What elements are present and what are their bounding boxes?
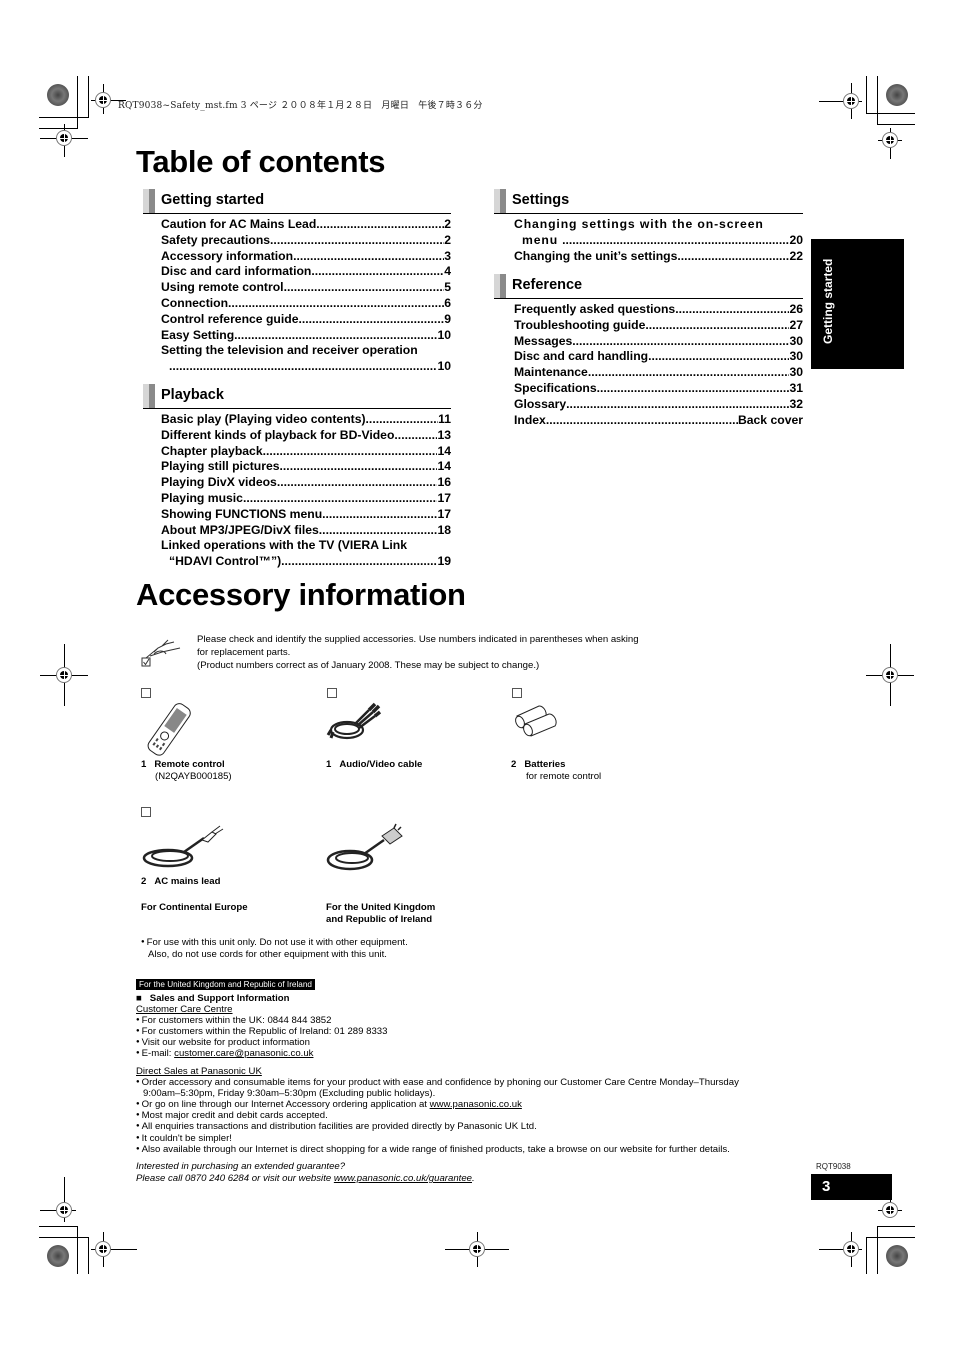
- toc-item[interactable]: Setting the television and receiver oper…: [161, 343, 451, 375]
- toc-item[interactable]: Showing FUNCTIONS menu17: [161, 507, 451, 523]
- direct-item: It couldn't be simpler!: [136, 1133, 232, 1144]
- toc-item[interactable]: Messages30: [514, 334, 803, 350]
- section-heading: Playback: [143, 384, 451, 409]
- checkbox-remote[interactable]: [141, 688, 151, 698]
- region-badge: For the United Kingdom and Republic of I…: [136, 979, 315, 990]
- checkbox-av-cable[interactable]: [327, 688, 337, 698]
- accessory-item-batteries: 2 Batteries for remote control: [511, 759, 602, 782]
- checkbox-batteries[interactable]: [512, 688, 522, 698]
- toc-item[interactable]: Caution for AC Mains Lead2: [161, 217, 451, 233]
- toc-item[interactable]: Playing DivX videos16: [161, 475, 451, 491]
- care-item: For customers within the Republic of Ire…: [136, 1026, 388, 1037]
- toc-item[interactable]: Specifications31: [514, 381, 803, 397]
- hand-checkmark-icon: [141, 639, 181, 667]
- registration-ball-icon: [47, 1245, 69, 1267]
- section-heading: Settings: [494, 189, 803, 214]
- checkbox-ac-lead[interactable]: [141, 807, 151, 817]
- toc-item[interactable]: Control reference guide9: [161, 312, 451, 328]
- toc-item[interactable]: Playing music17: [161, 491, 451, 507]
- square-bullet-icon: ■: [136, 993, 142, 1004]
- toc-item[interactable]: Disc and card information4: [161, 264, 451, 280]
- section-heading: Reference: [494, 274, 803, 299]
- care-item-email: E-mail: customer.care@panasonic.co.uk: [136, 1048, 314, 1059]
- direct-sales-title: Direct Sales at Panasonic UK: [136, 1066, 262, 1077]
- toc-item[interactable]: About MP3/JPEG/DivX files18: [161, 523, 451, 539]
- toc-section-reference: Reference Frequently asked questions26 T…: [494, 274, 803, 428]
- toc-item[interactable]: Troubleshooting guide27: [514, 318, 803, 334]
- toc-section-playback: Playback Basic play (Playing video conte…: [143, 384, 451, 570]
- ac-lead-europe-icon: [142, 825, 224, 868]
- sales-support-heading: ■ Sales and Support Information: [136, 993, 290, 1004]
- website-link[interactable]: www.panasonic.co.uk: [430, 1099, 522, 1110]
- registration-ball-icon: [886, 84, 908, 106]
- toc-item[interactable]: Glossary32: [514, 397, 803, 413]
- toc-item[interactable]: Changing settings with the on-screen menu…: [514, 217, 803, 249]
- direct-item: All enquiries transactions and distribut…: [136, 1121, 537, 1132]
- toc-item[interactable]: Frequently asked questions26: [514, 302, 803, 318]
- toc-title: Table of contents: [136, 144, 386, 179]
- toc-list: Caution for AC Mains Lead2 Safety precau…: [161, 217, 451, 375]
- toc-section-settings: Settings Changing settings with the on-s…: [494, 189, 803, 264]
- toc-item[interactable]: Changing the unit’s settings22: [514, 249, 803, 265]
- toc-list: Basic play (Playing video contents)11 Di…: [161, 412, 451, 570]
- care-item: Visit our website for product informatio…: [136, 1037, 310, 1048]
- guarantee-link[interactable]: www.panasonic.co.uk/guarantee: [334, 1173, 472, 1184]
- registration-ball-icon: [47, 84, 69, 106]
- toc-item[interactable]: Different kinds of playback for BD-Video…: [161, 428, 451, 444]
- direct-item: Order accessory and consumable items for…: [136, 1077, 739, 1088]
- lead-variant-uk: For the United Kingdom and Republic of I…: [326, 902, 436, 925]
- remote-control-icon: [147, 703, 191, 756]
- toc-list: Frequently asked questions26 Troubleshoo…: [514, 302, 803, 428]
- toc-item[interactable]: Safety precautions2: [161, 233, 451, 249]
- side-tab-getting-started: Getting started: [811, 239, 904, 369]
- toc-item[interactable]: Accessory information3: [161, 249, 451, 265]
- toc-item[interactable]: Linked operations with the TV (VIERA Lin…: [161, 538, 451, 570]
- direct-item: Or go on line through our Internet Acces…: [136, 1099, 522, 1110]
- registration-ball-icon: [886, 1245, 908, 1267]
- toc-list: Changing settings with the on-screen menu…: [514, 217, 803, 264]
- direct-item: Also available through our Internet is d…: [136, 1144, 730, 1155]
- page-number-box: 3: [811, 1174, 892, 1200]
- email-link[interactable]: customer.care@panasonic.co.uk: [174, 1048, 313, 1059]
- accessory-item-remote: 1 Remote control (N2QAYB000185): [141, 759, 232, 782]
- toc-item[interactable]: Basic play (Playing video contents)11: [161, 412, 451, 428]
- guarantee-question: Interested in purchasing an extended gua…: [136, 1161, 346, 1172]
- guarantee-text: Please call 0870 240 6284 or visit our w…: [136, 1173, 475, 1184]
- accessory-item-ac-lead: 2 AC mains lead: [141, 876, 221, 887]
- accessory-item-av-cable: 1 Audio/Video cable: [326, 759, 423, 770]
- toc-item[interactable]: Playing still pictures14: [161, 459, 451, 475]
- toc-item[interactable]: Connection6: [161, 296, 451, 312]
- direct-item-cont: 9:00am–5:30pm, Friday 9:30am–5:30pm (Exc…: [143, 1088, 436, 1099]
- toc-item[interactable]: Maintenance30: [514, 365, 803, 381]
- toc-item[interactable]: Using remote control5: [161, 280, 451, 296]
- section-heading: Getting started: [143, 189, 451, 214]
- toc-item[interactable]: Chapter playback14: [161, 444, 451, 460]
- toc-section-getting-started: Getting started Caution for AC Mains Lea…: [143, 189, 451, 375]
- lead-variant-europe: For Continental Europe: [141, 902, 248, 913]
- batteries-icon: [515, 705, 557, 737]
- toc-item[interactable]: IndexBack cover: [514, 413, 803, 429]
- direct-item: Most major credit and debit cards accept…: [136, 1110, 328, 1121]
- accessory-title: Accessory information: [136, 577, 466, 612]
- accessory-intro: Please check and identify the supplied a…: [197, 634, 639, 671]
- file-header-meta: RQT9038~Safety_mst.fm 3 ページ ２００８年１月２８日 月…: [118, 101, 483, 111]
- document-code: RQT9038: [816, 1162, 851, 1171]
- ac-lead-uk-icon: [326, 823, 403, 871]
- toc-item[interactable]: Easy Setting10: [161, 328, 451, 344]
- accessory-note: For use with this unit only. Do not use …: [141, 937, 408, 960]
- toc-item[interactable]: Disc and card handling30: [514, 349, 803, 365]
- care-item: For customers within the UK: 0844 844 38…: [136, 1015, 332, 1026]
- customer-care-title: Customer Care Centre: [136, 1004, 233, 1015]
- av-cable-icon: [326, 702, 382, 740]
